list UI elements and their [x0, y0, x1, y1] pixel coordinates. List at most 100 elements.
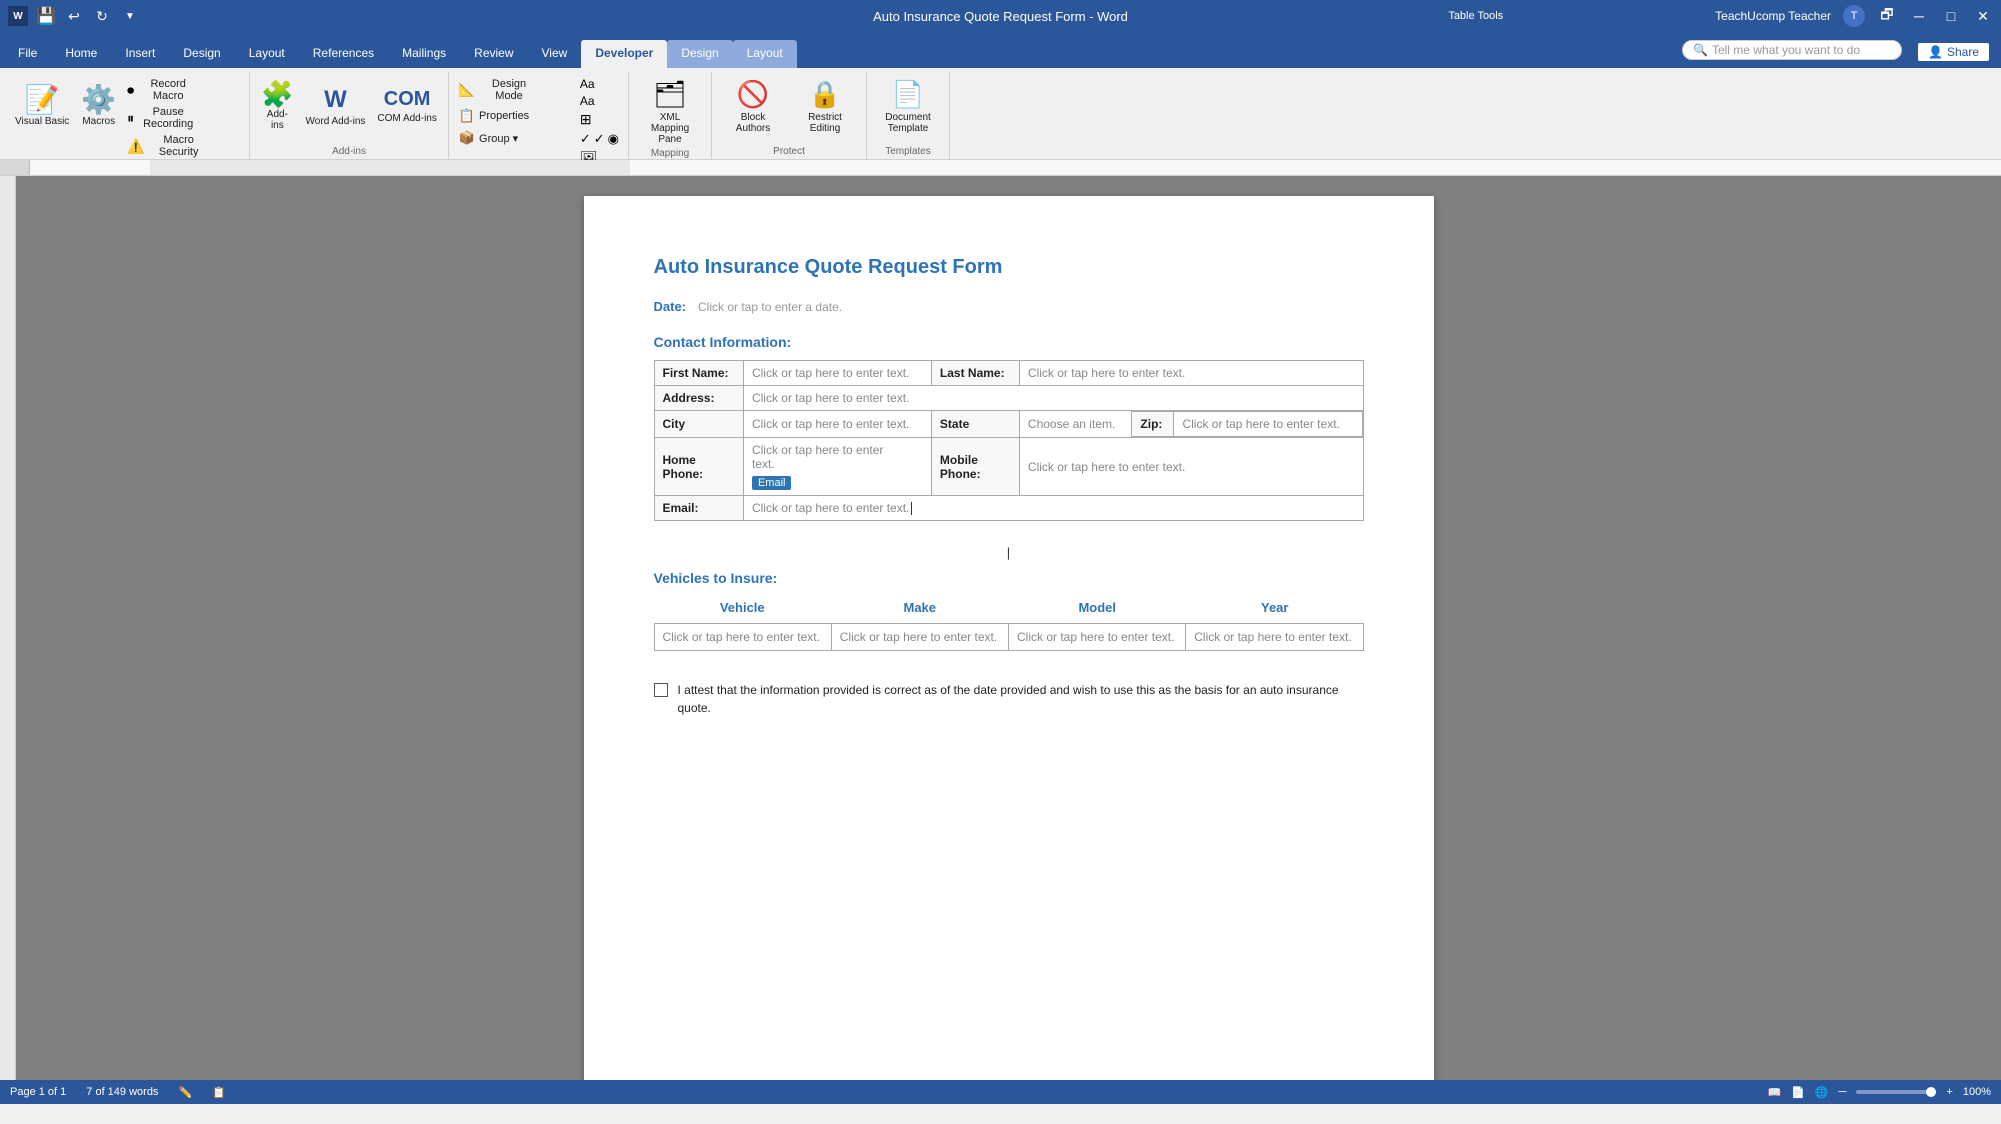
save-button[interactable]: 💾: [36, 6, 56, 26]
tab-layout[interactable]: Layout: [235, 40, 299, 68]
view-icon-print[interactable]: 📄: [1791, 1086, 1805, 1099]
xml-mapping-icon: 🗂: [654, 79, 687, 110]
first-name-value[interactable]: Click or tap here to enter text.: [743, 361, 931, 386]
date-field[interactable]: Click or tap to enter a date.: [698, 300, 842, 314]
state-label: State: [931, 411, 1019, 438]
tab-references[interactable]: References: [299, 40, 388, 68]
block-authors-button[interactable]: 🚫 Block Authors: [718, 76, 788, 137]
zoom-level[interactable]: 100%: [1963, 1086, 1991, 1098]
view-icon-read[interactable]: 📖: [1768, 1086, 1782, 1099]
design-mode-button[interactable]: 📐 Design Mode: [455, 76, 575, 104]
document-area: Auto Insurance Quote Request Form Date: …: [16, 176, 2001, 1080]
status-bar: Page 1 of 1 7 of 149 words ✏️ 📋 📖 📄 🌐 ─ …: [0, 1080, 2001, 1104]
tab-view[interactable]: View: [528, 40, 582, 68]
table-row: City Click or tap here to enter text. St…: [654, 411, 1363, 438]
profile-icon[interactable]: T: [1843, 5, 1865, 27]
xml-mapping-button[interactable]: 🗂 XML Mapping Pane: [635, 76, 705, 148]
city-value[interactable]: Click or tap here to enter text.: [743, 411, 931, 438]
properties-label: Properties: [479, 110, 529, 122]
year-col-header: Year: [1186, 600, 1364, 615]
com-addins-button[interactable]: COM COM Add-ins: [372, 76, 441, 136]
zip-label: Zip:: [1132, 412, 1174, 437]
redo-button[interactable]: ↻: [92, 6, 112, 26]
control-check-3[interactable]: ⊞: [577, 110, 622, 129]
model-cell[interactable]: Click or tap here to enter text.: [1009, 624, 1186, 651]
tab-developer[interactable]: Developer: [581, 40, 667, 68]
ribbon-group-code: 📝 Visual Basic ⚙️ Macros ⏺ Record Macro …: [4, 72, 250, 159]
email-value[interactable]: Click or tap here to enter text.: [743, 496, 1363, 521]
add-ins-icon: 🧩: [261, 81, 293, 107]
email-tag[interactable]: Email: [752, 476, 792, 490]
state-dropdown[interactable]: Choose an item.: [1020, 412, 1132, 437]
search-placeholder: Tell me what you want to do: [1712, 43, 1860, 57]
ribbon-group-protect: 🚫 Block Authors 🔒 Restrict Editing Prote…: [712, 72, 867, 159]
protect-group-content: 🚫 Block Authors 🔒 Restrict Editing: [718, 72, 860, 146]
word-addins-button[interactable]: W Word Add-ins: [301, 76, 371, 136]
close-button[interactable]: ✕: [1973, 6, 1993, 26]
ruler-body: [30, 160, 2001, 175]
date-label: Date:: [654, 299, 687, 314]
attestation-checkbox[interactable]: [654, 683, 668, 697]
maximize-button[interactable]: □: [1941, 6, 1961, 26]
attestation-text: I attest that the information provided i…: [678, 681, 1364, 717]
mapping-group-content: 🗂 XML Mapping Pane: [635, 72, 705, 148]
tab-home[interactable]: Home: [51, 40, 111, 68]
page-info: Page 1 of 1: [10, 1086, 66, 1098]
tab-mailings[interactable]: Mailings: [388, 40, 460, 68]
macros-button[interactable]: ⚙️ Macros: [76, 76, 121, 136]
zoom-in-icon[interactable]: +: [1946, 1086, 1952, 1098]
restore-button[interactable]: 🗗: [1877, 6, 1897, 26]
com-addins-label: COM Add-ins: [377, 113, 436, 124]
ribbon-group-templates: 📄 Document Template Templates: [867, 72, 950, 159]
macro-security-button[interactable]: ⚠️ Macro Security: [123, 132, 243, 160]
address-value[interactable]: Click or tap here to enter text.: [743, 386, 1363, 411]
controls-stack: 📐 Design Mode 📋 Properties 📦 Group ▾: [455, 76, 575, 148]
tab-file[interactable]: File: [4, 40, 51, 68]
zoom-out-icon[interactable]: ─: [1839, 1086, 1847, 1098]
track-changes-icon[interactable]: 📋: [212, 1086, 226, 1099]
make-cell[interactable]: Click or tap here to enter text.: [831, 624, 1008, 651]
ruler-corner: [0, 160, 30, 175]
block-authors-label: Block Authors: [723, 112, 783, 134]
edit-icon[interactable]: ✏️: [178, 1086, 192, 1099]
year-cell[interactable]: Click or tap here to enter text.: [1186, 624, 1363, 651]
add-ins-button[interactable]: 🧩 Add-ins: [256, 76, 298, 136]
control-check-1[interactable]: Aa: [577, 76, 622, 92]
tab-insert[interactable]: Insert: [111, 40, 169, 68]
ribbon-group-controls: 📐 Design Mode 📋 Properties 📦 Group ▾ Aa …: [449, 72, 629, 159]
vehicle-col-header: Vehicle: [654, 600, 832, 615]
tab-review[interactable]: Review: [460, 40, 527, 68]
last-name-value[interactable]: Click or tap here to enter text.: [1019, 361, 1363, 386]
pause-recording-button[interactable]: ⏸ Pause Recording: [123, 104, 243, 132]
quick-access-more[interactable]: ▼: [120, 6, 140, 26]
share-button[interactable]: 👤 Share: [1918, 43, 1989, 61]
restrict-editing-button[interactable]: 🔒 Restrict Editing: [790, 76, 860, 137]
macros-icon: ⚙️: [81, 86, 116, 114]
document-template-button[interactable]: 📄 Document Template: [873, 76, 943, 137]
control-check-2[interactable]: Aa: [577, 93, 622, 109]
zip-value[interactable]: Click or tap here to enter text.: [1174, 412, 1362, 437]
undo-button[interactable]: ↩: [64, 6, 84, 26]
record-macro-button[interactable]: ⏺ Record Macro: [123, 76, 243, 104]
vehicles-section: Vehicles to Insure: Vehicle Make Model Y…: [654, 570, 1364, 651]
visual-basic-button[interactable]: 📝 Visual Basic: [10, 76, 74, 136]
minimize-button[interactable]: ─: [1909, 6, 1929, 26]
home-phone-value[interactable]: Click or tap here to entertext. Email: [743, 438, 931, 496]
mobile-phone-value[interactable]: Click or tap here to enter text.: [1019, 438, 1363, 496]
zoom-slider[interactable]: [1856, 1090, 1936, 1094]
last-name-label: Last Name:: [931, 361, 1019, 386]
design-mode-label: Design Mode: [479, 78, 539, 102]
vehicle-cell[interactable]: Click or tap here to enter text.: [654, 624, 831, 651]
tab-design-context[interactable]: Design: [667, 40, 732, 68]
control-check-4[interactable]: ✓✓◉: [577, 130, 622, 148]
tab-layout-context[interactable]: Layout: [733, 40, 797, 68]
record-macro-label: Record Macro: [138, 78, 198, 102]
properties-button[interactable]: 📋 Properties: [455, 106, 575, 126]
user-name: TeachUcomp Teacher: [1715, 9, 1831, 23]
view-icon-web[interactable]: 🌐: [1815, 1086, 1829, 1099]
document-template-label: Document Template: [878, 112, 938, 134]
make-col-header: Make: [831, 600, 1009, 615]
tab-design[interactable]: Design: [169, 40, 234, 68]
search-box[interactable]: 🔍 Tell me what you want to do: [1682, 40, 1902, 60]
group-button[interactable]: 📦 Group ▾: [455, 128, 575, 148]
